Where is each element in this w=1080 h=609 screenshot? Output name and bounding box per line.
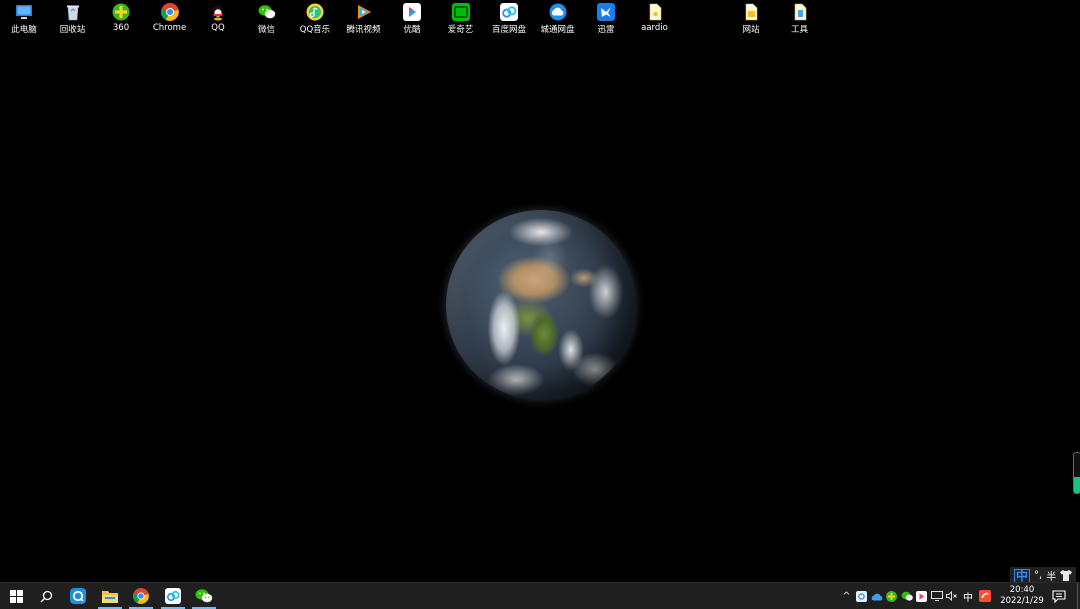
tray-overflow-chevron[interactable]: ^ bbox=[840, 590, 853, 603]
desktop-shortcut-label: 回收站 bbox=[59, 25, 86, 35]
clock-time: 20:40 bbox=[1009, 585, 1035, 595]
baidu-netdisk-icon bbox=[500, 3, 518, 21]
desktop-shortcut-xunlei[interactable]: 迅雷 bbox=[582, 2, 630, 38]
desktop-shortcut-recycle-bin[interactable]: 回收站 bbox=[49, 2, 97, 38]
desktop-shortcut-label: QQ bbox=[211, 23, 225, 33]
search-button[interactable] bbox=[32, 586, 60, 606]
wechat-icon bbox=[195, 589, 213, 603]
notification-icon bbox=[1052, 590, 1066, 604]
youku-icon bbox=[403, 3, 421, 21]
desktop-shortcut-label: 百度网盘 bbox=[491, 25, 526, 35]
volume-muted-icon[interactable] bbox=[945, 590, 958, 603]
desktop-shortcut-tencent-video[interactable]: 腾讯视频 bbox=[340, 2, 388, 38]
qq-browser-icon bbox=[70, 588, 86, 604]
ime-width[interactable]: 半 bbox=[1046, 568, 1056, 583]
system-tray: ^ 中 bbox=[840, 583, 991, 609]
side-level-meter bbox=[1073, 452, 1080, 494]
desktop-shortcut-chrome[interactable]: Chrome bbox=[146, 2, 194, 38]
recycle-bin-icon bbox=[64, 3, 82, 21]
taskbar-baidu-netdisk[interactable] bbox=[159, 586, 187, 609]
desktop-shortcut-label: 微信 bbox=[257, 25, 275, 35]
taskbar: ^ 中 20:40 2022/1/29 bbox=[0, 582, 1080, 609]
wechat-icon bbox=[258, 3, 276, 21]
desktop-shortcut-label: aardio bbox=[641, 23, 668, 33]
shirt-icon[interactable] bbox=[1060, 570, 1073, 581]
desktop-shortcut-label: 城通网盘 bbox=[540, 25, 575, 35]
desktop-shortcut-qq-music[interactable]: QQ音乐 bbox=[291, 2, 339, 38]
desktop-icons-row: 此电脑 回收站 360 Chrome QQ 微信 QQ音乐 腾讯视频 优酷 爱奇艺 百度网盘 城通网盘… bbox=[0, 0, 1080, 40]
taskbar-wechat[interactable] bbox=[190, 586, 218, 609]
ctfile-icon bbox=[549, 3, 567, 21]
clock-date: 2022/1/29 bbox=[1000, 596, 1044, 606]
desktop-shortcut-label: Chrome bbox=[152, 23, 187, 33]
onedrive-icon[interactable] bbox=[870, 590, 883, 603]
search-icon bbox=[40, 590, 52, 602]
desktop-shortcut-label: QQ音乐 bbox=[299, 25, 331, 35]
tencent-video-icon bbox=[355, 3, 373, 21]
desktop-shortcut-ctfile[interactable]: 城通网盘 bbox=[534, 2, 582, 38]
desktop-shortcut-aardio-file[interactable]: aardio bbox=[631, 2, 679, 38]
computer-icon bbox=[15, 3, 33, 21]
baidu-netdisk-icon bbox=[165, 588, 181, 604]
desktop-shortcut-iqiyi[interactable]: 爱奇艺 bbox=[437, 2, 485, 38]
desktop-shortcut-360[interactable]: 360 bbox=[97, 2, 145, 38]
360-icon bbox=[112, 3, 130, 21]
sogou-ime-icon[interactable] bbox=[978, 590, 991, 603]
qq-icon bbox=[209, 3, 227, 21]
desktop-shortcut-label: 此电脑 bbox=[11, 25, 37, 35]
desktop-shortcut-youku[interactable]: 优酷 bbox=[388, 2, 436, 38]
desktop-shortcut-computer[interactable]: 此电脑 bbox=[0, 2, 48, 38]
baidu-netdisk-tray-icon[interactable] bbox=[855, 590, 868, 603]
display-icon[interactable] bbox=[930, 590, 943, 603]
desktop-shortcut-label: 网站 bbox=[742, 25, 760, 35]
desktop-shortcut-label: 优酷 bbox=[403, 25, 421, 35]
taskbar-chrome[interactable] bbox=[127, 586, 155, 609]
qq-music-icon bbox=[306, 3, 324, 21]
desktop-shortcut-tools-file[interactable]: 工具 bbox=[776, 2, 824, 38]
file-explorer-icon bbox=[102, 591, 118, 603]
tools-file-icon bbox=[791, 3, 809, 21]
xunlei-icon bbox=[597, 3, 615, 21]
desktop-shortcut-label: 爱奇艺 bbox=[447, 25, 474, 35]
action-center-button[interactable] bbox=[1052, 588, 1068, 604]
taskbar-clock[interactable]: 20:40 2022/1/29 bbox=[998, 585, 1046, 607]
ime-indicator[interactable]: 中 bbox=[960, 590, 976, 604]
desktop-shortcut-label: 工具 bbox=[790, 25, 808, 35]
desktop-shortcut-label: 迅雷 bbox=[597, 25, 615, 35]
ime-punct[interactable]: °, bbox=[1034, 570, 1042, 581]
start-icon bbox=[9, 589, 23, 603]
desktop-shortcut-label: 腾讯视频 bbox=[346, 25, 381, 35]
desktop-shortcut-folder[interactable]: 网站 bbox=[727, 2, 775, 38]
chrome-icon bbox=[133, 588, 149, 604]
taskbar-file-explorer[interactable] bbox=[96, 586, 124, 609]
side-level-fill bbox=[1074, 477, 1080, 493]
desktop-shortcut-wechat[interactable]: 微信 bbox=[243, 2, 291, 38]
iqiyi-icon bbox=[451, 3, 470, 21]
tencent-video-tray-icon[interactable] bbox=[915, 590, 928, 603]
desktop-shortcut-label: 360 bbox=[112, 23, 130, 33]
earth-wallpaper-image bbox=[446, 210, 636, 400]
folder-icon bbox=[742, 3, 760, 21]
wechat-tray-icon[interactable] bbox=[900, 590, 913, 603]
ime-mode[interactable]: 中 bbox=[1014, 568, 1031, 583]
taskbar-qq-browser[interactable] bbox=[64, 586, 92, 606]
desktop-shortcut-baidu-netdisk[interactable]: 百度网盘 bbox=[485, 2, 533, 38]
360-tray-icon[interactable] bbox=[885, 590, 898, 603]
chrome-icon bbox=[160, 3, 179, 21]
start-button[interactable] bbox=[2, 586, 30, 606]
aardio-file-icon bbox=[646, 3, 664, 21]
desktop-shortcut-qq[interactable]: QQ bbox=[194, 2, 242, 38]
